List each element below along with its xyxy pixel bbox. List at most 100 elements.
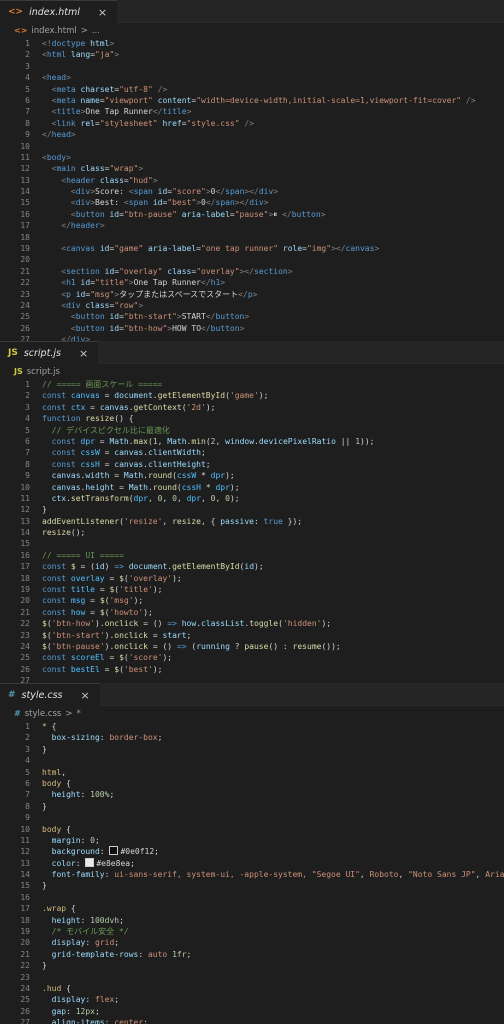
code-line[interactable]: 25 <button id="btn-start">START</button> — [0, 311, 504, 322]
code-line[interactable]: 7 height: 100%; — [0, 789, 504, 800]
code-line[interactable]: 25 const scoreEl = $('score'); — [0, 652, 504, 663]
close-icon[interactable]: × — [98, 6, 107, 19]
code-line[interactable]: 16 — [0, 892, 504, 903]
code-line[interactable]: 22 $('btn-how').onclick = () => how.class… — [0, 618, 504, 629]
code-line[interactable]: 4 — [0, 755, 504, 766]
code-token: , { — [200, 516, 221, 526]
code-line[interactable]: 18 const overlay = $('overlay'); — [0, 573, 504, 584]
code-line[interactable]: 12 background: #0e0f12; — [0, 846, 504, 857]
code-editor[interactable]: 1 * {2 box-sizing: border-box; 3} 4 5 html, 6 b… — [0, 721, 504, 1024]
code-line[interactable]: 5 html, — [0, 767, 504, 778]
code-line[interactable]: 7 <title>One Tap Runner</title> — [0, 106, 504, 117]
code-line[interactable]: 12} — [0, 504, 504, 515]
code-line[interactable]: 2 box-sizing: border-box; — [0, 732, 504, 743]
code-line[interactable]: 27 align-items: center; — [0, 1017, 504, 1024]
code-line[interactable]: 21 <section id="overlay" class="overlay"… — [0, 266, 504, 277]
code-line[interactable]: 23 <p id="msg">タップまたはスペースでスタート</p> — [0, 289, 504, 300]
code-line[interactable]: 4 <head> — [0, 72, 504, 83]
code-line[interactable]: 14 resize(); — [0, 527, 504, 538]
code-line[interactable]: 17 .wrap { — [0, 903, 504, 914]
code-line[interactable]: 16 // ===== UI ===== — [0, 550, 504, 561]
code-line[interactable]: 9 </head> — [0, 129, 504, 140]
code-line[interactable]: 22 <h1 id="title">One Tap Runner</h1> — [0, 277, 504, 288]
code-line[interactable]: 15 <div>Best: <span id="best">0</span></… — [0, 197, 504, 208]
breadcrumb-file[interactable]: style.css — [25, 709, 62, 719]
code-line[interactable]: 24 .hud { — [0, 983, 504, 994]
code-line[interactable]: 8} — [0, 801, 504, 812]
code-line[interactable]: 5 // デバイスピクセル比に最適化 — [0, 425, 504, 436]
color-swatch[interactable] — [109, 846, 119, 856]
code-line[interactable]: 17 const $ = (id) => document.getElementB… — [0, 561, 504, 572]
code-line[interactable]: 15} — [0, 880, 504, 891]
code-line[interactable]: 14 <div>Score: <span id="score">0</span>… — [0, 186, 504, 197]
code-line[interactable]: 24 $('btn-pause').onclick = () => (runnin… — [0, 641, 504, 652]
breadcrumb-symbol[interactable]: ... — [92, 26, 100, 36]
code-line[interactable]: 26 <button id="btn-how">HOW TO</button> — [0, 323, 504, 334]
code-line[interactable]: 27 </div> — [0, 334, 504, 341]
code-editor[interactable]: 1 <!doctype html> 2 <html lang="ja"> 3 4 <head… — [0, 38, 504, 341]
code-line[interactable]: 13 <header class="hud"> — [0, 175, 504, 186]
code-line[interactable]: 24 <div class="row"> — [0, 300, 504, 311]
code-line[interactable]: 9 canvas.width = Math.round(cssW * dpr); — [0, 470, 504, 481]
code-line[interactable]: 22} — [0, 960, 504, 971]
code-line[interactable]: 23 — [0, 972, 504, 983]
code-line[interactable]: 3 const ctx = canvas.getContext('2d'); — [0, 402, 504, 413]
code-line[interactable]: 19 <canvas id="game" aria-label="one tap… — [0, 243, 504, 254]
code-line[interactable]: 18 height: 100dvh; — [0, 915, 504, 926]
editor-tab[interactable]: JS script.js × — [0, 341, 99, 364]
code-line[interactable]: 20 display: grid; — [0, 937, 504, 948]
code-line[interactable]: 3 — [0, 61, 504, 72]
code-line[interactable]: 26 gap: 12px; — [0, 1006, 504, 1017]
code-line[interactable]: 8 const cssH = canvas.clientHeight; — [0, 459, 504, 470]
code-line[interactable]: 25 display: flex; — [0, 994, 504, 1005]
editor-tab[interactable]: # style.css × — [0, 683, 100, 706]
code-line[interactable]: 8 <link rel="stylesheet" href="style.css… — [0, 118, 504, 129]
code-line[interactable]: 11 margin: 0; — [0, 835, 504, 846]
code-line[interactable]: 2 <html lang="ja"> — [0, 49, 504, 60]
code-line[interactable]: 15 — [0, 538, 504, 549]
code-line[interactable]: 27 — [0, 675, 504, 683]
editor-tab[interactable]: <> index.html × — [0, 0, 118, 23]
code-line[interactable]: 13 addEventListener('resize', resize, { p… — [0, 516, 504, 527]
close-icon[interactable]: × — [80, 689, 89, 702]
code-line[interactable]: 5 <meta charset="utf-8" /> — [0, 84, 504, 95]
code-line[interactable]: 6 const dpr = Math.max(1, Math.min(2, wi… — [0, 436, 504, 447]
code-line[interactable]: 11 ctx.setTransform(dpr, 0, 0, dpr, 0, 0… — [0, 493, 504, 504]
code-line[interactable]: 11 <body> — [0, 152, 504, 163]
code-line[interactable]: 19 /* モバイル安全 */ — [0, 926, 504, 937]
breadcrumb-file[interactable]: script.js — [27, 367, 60, 377]
code-line[interactable]: 23 $('btn-start').onclick = start; — [0, 630, 504, 641]
code-line[interactable]: 21 const how = $('howto'); — [0, 607, 504, 618]
code-token: 100% — [90, 790, 110, 800]
code-line[interactable]: 1 // ===== 画面スケール ===== — [0, 379, 504, 390]
code-line[interactable]: 1 <!doctype html> — [0, 38, 504, 49]
close-icon[interactable]: × — [79, 347, 88, 360]
line-number: 15 — [20, 539, 30, 549]
code-line[interactable]: 6 <meta name="viewport" content="width=d… — [0, 95, 504, 106]
breadcrumb-file[interactable]: index.html — [31, 26, 76, 36]
code-line[interactable]: 17 </header> — [0, 220, 504, 231]
code-line[interactable]: 20 const msg = $('msg'); — [0, 595, 504, 606]
code-line[interactable]: 7 const cssW = canvas.clientWidth; — [0, 447, 504, 458]
code-line[interactable]: 3} — [0, 744, 504, 755]
code-line[interactable]: 12 <main class="wrap"> — [0, 163, 504, 174]
code-line[interactable]: 10 — [0, 141, 504, 152]
breadcrumb-symbol[interactable]: * — [76, 709, 80, 719]
code-line[interactable]: 21 grid-template-rows: auto 1fr; — [0, 949, 504, 960]
code-line[interactable]: 16 <button id="btn-pause" aria-label="pa… — [0, 209, 504, 220]
code-line[interactable]: 20 — [0, 254, 504, 265]
code-editor[interactable]: 1 // ===== 画面スケール ===== 2 const canvas = do… — [0, 379, 504, 683]
code-line[interactable]: 9 — [0, 812, 504, 823]
code-line[interactable]: 4 function resize() { — [0, 413, 504, 424]
code-line[interactable]: 2 const canvas = document.getElementById(… — [0, 390, 504, 401]
color-swatch[interactable] — [85, 857, 95, 867]
code-line[interactable]: 1 * { — [0, 721, 504, 732]
code-line[interactable]: 26 const bestEl = $('best'); — [0, 664, 504, 675]
code-line[interactable]: 10 body { — [0, 824, 504, 835]
code-line[interactable]: 19 const title = $('title'); — [0, 584, 504, 595]
code-line[interactable]: 13 color: #e8e8ea; — [0, 857, 504, 869]
code-line[interactable]: 6 body { — [0, 778, 504, 789]
code-line[interactable]: 18 — [0, 232, 504, 243]
code-line[interactable]: 10 canvas.height = Math.round(cssH * dpr… — [0, 482, 504, 493]
code-line[interactable]: 14 font-family: ui-sans-serif, system-ui… — [0, 869, 504, 880]
